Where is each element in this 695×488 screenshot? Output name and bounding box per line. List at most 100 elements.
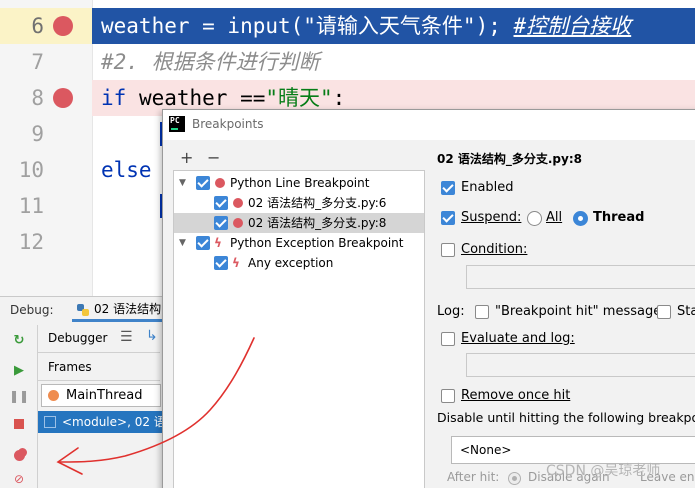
breakpoint-tree: ▼ Python Line Breakpoint 02 语法结构_多分支.py:…: [173, 170, 425, 488]
step-icon[interactable]: ↳: [146, 328, 158, 344]
line-breakpoint-icon: [233, 218, 243, 228]
stop-icon[interactable]: [10, 415, 28, 433]
code-line-7[interactable]: 7 #2. 根据条件进行判断: [0, 44, 695, 80]
line-number: 11: [18, 194, 44, 218]
tree-item-label: 02 语法结构_多分支.py:8: [248, 216, 387, 230]
tree-item-label: Any exception: [248, 256, 334, 270]
line-number: 6: [31, 14, 44, 38]
tree-item-exception[interactable]: ϟ Any exception: [174, 253, 424, 273]
tree-item-label: Python Line Breakpoint: [230, 176, 370, 190]
radio-thread[interactable]: [573, 211, 588, 226]
add-breakpoint-button[interactable]: +: [180, 148, 193, 167]
radio-all[interactable]: [527, 211, 542, 226]
checkbox[interactable]: [214, 216, 228, 230]
line-number: 9: [31, 122, 44, 146]
debug-tab-bar: Debug: 02 语法结构: [0, 297, 162, 325]
code-keyword: else: [101, 158, 152, 182]
code-comment: #2. 根据条件进行判断: [101, 50, 320, 74]
breakpoint-icon[interactable]: [53, 88, 73, 108]
tree-item-label: 02 语法结构_多分支.py:6: [248, 196, 387, 210]
tree-group-exception-breakpoint[interactable]: ▼ ϟ Python Exception Breakpoint: [174, 233, 424, 253]
evaluate-log-label: Evaluate and log:: [461, 331, 575, 346]
radio-all-label: All: [546, 210, 563, 225]
condition-input[interactable]: [466, 265, 695, 289]
resume-icon[interactable]: ▶: [10, 361, 28, 379]
evaluate-log-input[interactable]: [466, 353, 695, 377]
stack-trace-label: Sta: [677, 304, 695, 319]
expand-arrow-icon[interactable]: ▼: [179, 233, 186, 253]
remove-once-hit-label: Remove once hit: [461, 388, 571, 403]
tree-item-label: Python Exception Breakpoint: [230, 236, 404, 250]
debug-label: Debug:: [10, 303, 54, 317]
thread-selector[interactable]: MainThread: [41, 384, 161, 407]
layout-menu-icon[interactable]: ☰: [120, 329, 133, 345]
line-number: 7: [31, 50, 44, 74]
log-row: Log: "Breakpoint hit" message Sta: [437, 302, 695, 322]
code-fragment: :: [332, 86, 346, 110]
python-icon: [77, 304, 89, 316]
condition-label: Condition:: [461, 242, 528, 257]
expand-arrow-icon[interactable]: ▼: [179, 173, 186, 193]
enabled-label: Enabled: [461, 180, 514, 195]
frames-header: Frames: [38, 353, 160, 381]
checkbox[interactable]: [441, 181, 455, 195]
frame-icon: [44, 416, 56, 428]
lightning-icon: ϟ: [214, 236, 222, 250]
pycharm-logo-icon: PC: [169, 116, 185, 132]
csdn-watermark: CSDN @吴琼老师: [546, 463, 661, 479]
line-number: 8: [31, 86, 44, 110]
checkbox[interactable]: [196, 176, 210, 190]
remove-once-hit-checkbox[interactable]: [441, 389, 455, 403]
debug-session-tab[interactable]: 02 语法结构: [72, 300, 162, 322]
radio-thread-label: Thread: [593, 210, 645, 225]
log-label: Log:: [437, 304, 465, 319]
code-fragment: weather = input("请输入天气条件");: [101, 14, 514, 38]
line-number: 10: [18, 158, 44, 182]
tree-item-breakpoint-selected[interactable]: 02 语法结构_多分支.py:8: [174, 213, 424, 233]
breakpoint-hit-label: "Breakpoint hit" message: [495, 304, 662, 319]
tree-group-line-breakpoint[interactable]: ▼ Python Line Breakpoint: [174, 173, 424, 193]
suspend-row: Suspend: All Thread: [437, 208, 695, 228]
after-hit-label: After hit:: [447, 470, 500, 484]
code-fragment: weather ==: [126, 86, 266, 110]
frames-label: Frames: [48, 360, 92, 374]
lightning-icon: ϟ: [232, 256, 240, 270]
breakpoint-hit-checkbox[interactable]: [475, 305, 489, 319]
condition-checkbox[interactable]: [441, 243, 455, 257]
view-breakpoints-icon[interactable]: [10, 446, 28, 464]
dialog-title: Breakpoints: [192, 117, 264, 131]
breakpoint-properties: 02 语法结构_多分支.py:8 Enabled Suspend: All Th…: [437, 150, 695, 488]
code-line-6[interactable]: 6 weather = input("请输入天气条件"); #控制台接收: [0, 8, 695, 44]
stack-trace-checkbox[interactable]: [657, 305, 671, 319]
frame-label: <module>, 02 语: [62, 415, 162, 429]
remove-breakpoint-button[interactable]: −: [207, 148, 220, 167]
suspend-label: Suspend:: [461, 210, 522, 225]
breakpoint-icon[interactable]: [53, 16, 73, 36]
rerun-icon[interactable]: ↻: [10, 331, 28, 349]
radio-disable-again[interactable]: [508, 472, 521, 485]
code-comment: #控制台接收: [513, 14, 632, 38]
properties-title: 02 语法结构_多分支.py:8: [437, 152, 582, 166]
evaluate-log-checkbox[interactable]: [441, 332, 455, 346]
frame-row[interactable]: <module>, 02 语: [38, 411, 162, 433]
thread-name: MainThread: [66, 388, 143, 403]
select-value: <None>: [460, 443, 512, 457]
debug-session-tab-label: 02 语法结构: [94, 302, 162, 316]
mute-breakpoints-icon[interactable]: ⊘: [10, 470, 28, 488]
debugger-tab[interactable]: Debugger: [48, 331, 107, 345]
tree-item-breakpoint[interactable]: 02 语法结构_多分支.py:6: [174, 193, 424, 213]
line-number: 12: [18, 230, 44, 254]
checkbox[interactable]: [196, 236, 210, 250]
code-text: weather = input("请输入天气条件"); #控制台接收: [101, 8, 631, 44]
code-keyword: if: [101, 86, 127, 110]
line-breakpoint-icon: [233, 198, 243, 208]
dialog-titlebar[interactable]: PC Breakpoints: [163, 110, 695, 140]
thread-icon: [48, 390, 59, 401]
checkbox[interactable]: [214, 196, 228, 210]
suspend-checkbox[interactable]: [441, 211, 455, 225]
line-breakpoint-icon: [215, 178, 225, 188]
code-string: "晴天": [265, 86, 333, 110]
checkbox[interactable]: [214, 256, 228, 270]
pause-icon[interactable]: ❚❚: [9, 387, 29, 405]
debugger-toolbar: Debugger ☰ ↳: [38, 325, 160, 353]
